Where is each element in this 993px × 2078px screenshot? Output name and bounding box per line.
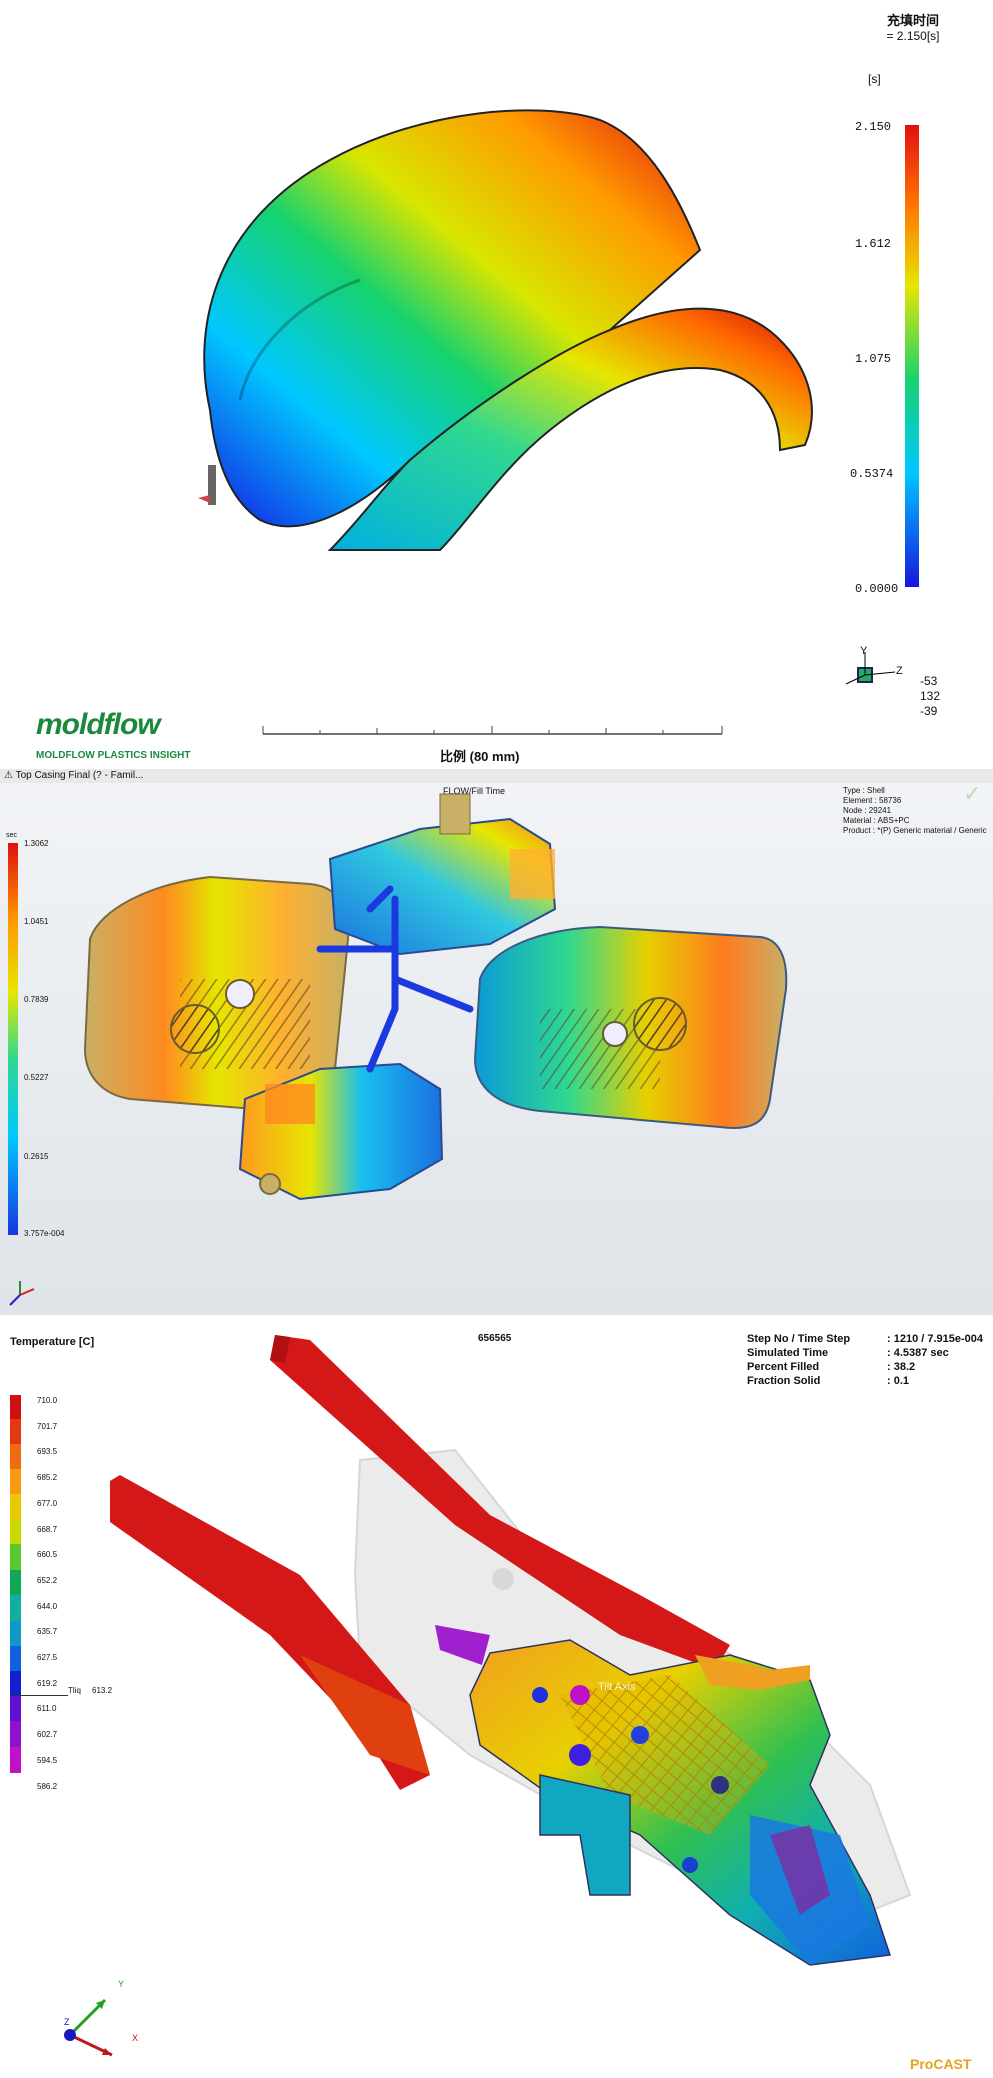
legend-tick-min: 3.757e-004 (24, 1229, 65, 1238)
legend-tick-min: 0.0000 (855, 582, 899, 596)
axis-y-label: Y (860, 645, 868, 657)
axis-y-label: Y (118, 1979, 125, 1989)
legend-tick: 644.0 (37, 1601, 58, 1611)
legend-unit: sec (6, 832, 17, 839)
legend-tick: 0.5374 (850, 467, 894, 481)
warning-icon: ⚠ (4, 770, 16, 781)
legend-tick: 1.0451 (24, 917, 49, 926)
legend-tick: 0.7839 (24, 995, 49, 1004)
legend-title: Temperature [C] (10, 1336, 95, 1348)
fill-time-part-render (198, 109, 813, 551)
view-coordinate: -39 (920, 704, 938, 718)
legend-tick: 586.2 (37, 1781, 58, 1791)
legend-tick: 0.2615 (24, 1152, 49, 1161)
legend-tick: 611.0 (37, 1704, 57, 1714)
legend-tick: 652.2 (37, 1575, 58, 1585)
orientation-triad (9, 1281, 35, 1306)
moldflow-panel: 充填时间 = 2.150[s] [s] 2.150 1.612 1.075 0.… (0, 0, 993, 769)
legend-tick-max: 2.150 (855, 120, 892, 134)
legend-tick: 685.2 (37, 1473, 58, 1483)
legend-tick: 693.5 (37, 1447, 58, 1457)
legend-tick: 677.0 (37, 1498, 58, 1508)
moldflow-logo: moldflow (36, 708, 161, 741)
axis-z-label: Z (64, 2017, 70, 2027)
legend-tick: 619.2 (37, 1678, 58, 1688)
legend-tick: 660.5 (37, 1550, 58, 1560)
temperature-legend-ticks: 710.0 701.7 693.5 685.2 677.0 668.7 660.… (37, 1388, 57, 1799)
fill-time-color-scale (8, 843, 18, 1235)
legend-tick: 701.7 (37, 1421, 58, 1431)
legend-tick: 668.7 (37, 1524, 58, 1534)
legend-tick: 594.5 (37, 1755, 58, 1765)
axis-z-label: Z (896, 665, 903, 677)
result-title: 充填时间 (886, 13, 939, 28)
fill-time-color-scale (905, 125, 919, 587)
tliq-label: Tliq (68, 1686, 81, 1695)
temperature-color-scale (10, 1395, 21, 1783)
legend-tick: 627.5 (37, 1653, 58, 1663)
view-coordinate: 132 (920, 689, 941, 703)
view-coordinate: -53 (920, 674, 938, 688)
casting-temperature-render (110, 1335, 912, 1966)
result-time-value: = 2.150[s] (886, 29, 940, 43)
legend-tick-max: 1.3062 (24, 839, 49, 848)
tliq-marker-line (10, 1695, 68, 1696)
scale-label: 比例 (80 mm) (440, 749, 520, 764)
family-mold-render (83, 793, 788, 1201)
axis-x-label: X (132, 2033, 139, 2043)
scale-bar (262, 726, 723, 735)
legend-tick: 710.0 (37, 1396, 58, 1405)
procast-panel: Temperature [C] 656565 Step No / Time St… (0, 1315, 993, 2078)
family-mold-panel: ⚠ Top Casing Final (? - Famil... FLOW/Fi… (0, 769, 993, 1315)
legend-tick: 0.5227 (24, 1073, 49, 1082)
moldflow-logo-subtext: MOLDFLOW PLASTICS INSIGHT (36, 750, 191, 761)
legend-unit: [s] (868, 72, 881, 86)
tilt-axis-label: Tilt Axis (598, 1681, 636, 1693)
legend-tick: 1.075 (855, 352, 892, 366)
legend-tick: 1.612 (855, 237, 892, 251)
legend-tick: 635.7 (37, 1627, 58, 1637)
procast-brand: ProCAST (910, 2056, 972, 2072)
legend-tick: 602.7 (37, 1730, 58, 1740)
